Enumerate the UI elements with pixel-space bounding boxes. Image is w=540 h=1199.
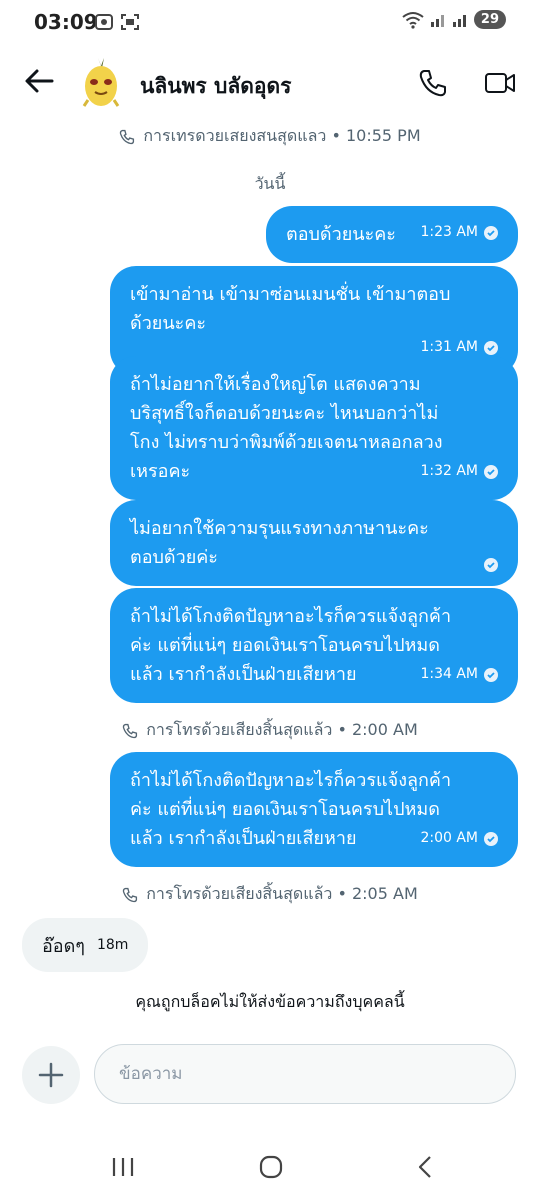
- battery-indicator: 29: [473, 10, 506, 29]
- message-text: ค่ะ แต่ที่แน่ๆ ยอดเงินเราโอนครบไปหมด: [130, 635, 440, 656]
- check-circle-icon: [484, 667, 498, 682]
- message-text: ถ้าไม่ได้โกงติดปัญหาอะไรก็ควรแจ้งลูกค้า: [130, 606, 452, 627]
- recents-icon[interactable]: [110, 1154, 136, 1180]
- message-bubble[interactable]: ถ้าไม่ได้โกงติดปัญหาอะไรก็ควรแจ้งลูกค้า …: [110, 588, 518, 703]
- status-right: 29: [402, 10, 506, 29]
- check-circle-icon: [484, 340, 498, 355]
- message-input[interactable]: [94, 1044, 516, 1104]
- wifi-icon: [402, 11, 424, 29]
- plus-icon: [38, 1062, 64, 1088]
- back-arrow-icon[interactable]: [24, 68, 54, 94]
- signal-icon-2: [452, 14, 466, 27]
- message-text: ตอบด้วยค่ะ: [130, 547, 218, 568]
- video-icon[interactable]: [484, 70, 516, 96]
- message-time: 18m: [96, 937, 129, 953]
- message-meta: 1:23 AM: [420, 218, 498, 247]
- message-text: ถ้าไม่อยากให้เรื่องใหญ่โต แสดงความ: [130, 374, 421, 395]
- signal-icon-1: [430, 14, 444, 27]
- call-ended-event: การโทรด้วยเสียงสิ้นสุดแล้ว • 2:00 AM: [0, 718, 540, 743]
- incoming-message-bubble[interactable]: อ๊อดๆ 18m: [22, 918, 149, 972]
- chat-header: นลินพร บลัดอุดร: [0, 50, 540, 120]
- check-circle-icon: [484, 558, 498, 572]
- blocked-notice: คุณถูกบล็อคไม่ให้ส่งข้อความถึงบุคคลนี้: [135, 992, 405, 1011]
- check-circle-icon: [484, 464, 498, 479]
- message-text: อ๊อดๆ: [42, 935, 85, 957]
- message-time: 1:34 AM: [420, 666, 478, 682]
- message-time: 2:00 AM: [420, 830, 478, 846]
- call-ended-event: การเทรดวยเสยงสนสุดแลว • 10:55 PM: [0, 124, 540, 149]
- status-time: 03:09: [34, 10, 98, 34]
- avatar[interactable]: [78, 56, 124, 108]
- message-bubble[interactable]: ไม่อยากใช้ความรุนแรงทางภาษานะคะ ตอบด้วยค…: [110, 500, 518, 586]
- message-text: บริสุทธิ์ใจก็ตอบด้วยนะคะ ไหนบอกว่าไม่: [130, 403, 439, 424]
- message-bubble[interactable]: ถ้าไม่ได้โกงติดปัญหาอะไรก็ควรแจ้งลูกค้า …: [110, 752, 518, 867]
- call-ended-text: การโทรด้วยเสียงสิ้นสุดแล้ว • 2:05 AM: [146, 884, 418, 903]
- call-ended-text: การเทรดวยเสยงสนสุดแลว • 10:55 PM: [143, 126, 421, 145]
- phone-icon: [123, 887, 138, 902]
- message-time: 1:32 AM: [420, 463, 478, 479]
- system-nav-bar: [0, 1140, 540, 1199]
- screenshot-icon: [95, 14, 113, 30]
- message-text: เข้ามาอ่าน เข้ามาซ่อนเมนชั่น เข้ามาตอบ: [130, 284, 451, 305]
- day-divider: วันนี้: [254, 174, 286, 193]
- scan-icon: [121, 14, 139, 30]
- message-bubble[interactable]: ตอบด้วยนะคะ 1:23 AM: [266, 206, 518, 263]
- message-meta: [484, 558, 498, 572]
- message-text: โกง ไม่ทราบว่าพิมพ์ด้วยเจตนาหลอกลวง: [130, 432, 443, 453]
- conversation-title: นลินพร บลัดอุดร: [140, 74, 292, 98]
- message-text: ค่ะ แต่ที่แน่ๆ ยอดเงินเราโอนครบไปหมด: [130, 799, 440, 820]
- back-nav-icon[interactable]: [412, 1154, 438, 1180]
- call-ended-text: การโทรด้วยเสียงสิ้นสุดแล้ว • 2:00 AM: [146, 720, 418, 739]
- message-text: ถ้าไม่ได้โกงติดปัญหาอะไรก็ควรแจ้งลูกค้า: [130, 770, 452, 791]
- phone-icon: [120, 129, 135, 144]
- phone-icon[interactable]: [418, 68, 448, 98]
- phone-icon: [123, 723, 138, 738]
- message-meta: 1:32 AM: [420, 457, 498, 486]
- message-time: 1:23 AM: [420, 224, 478, 240]
- check-circle-icon: [484, 831, 498, 846]
- check-circle-icon: [484, 225, 498, 240]
- message-meta: 2:00 AM: [420, 824, 498, 853]
- status-bar: 03:09 29: [0, 0, 540, 44]
- call-ended-event: การโทรด้วยเสียงสิ้นสุดแล้ว • 2:05 AM: [0, 882, 540, 907]
- message-text: ไม่อยากใช้ความรุนแรงทางภาษานะคะ: [130, 518, 429, 539]
- home-icon[interactable]: [258, 1154, 284, 1180]
- add-attachment-button[interactable]: [22, 1046, 80, 1104]
- message-bubble[interactable]: ถ้าไม่อยากให้เรื่องใหญ่โต แสดงความ บริสุ…: [110, 356, 518, 500]
- message-meta: 1:34 AM: [420, 660, 498, 689]
